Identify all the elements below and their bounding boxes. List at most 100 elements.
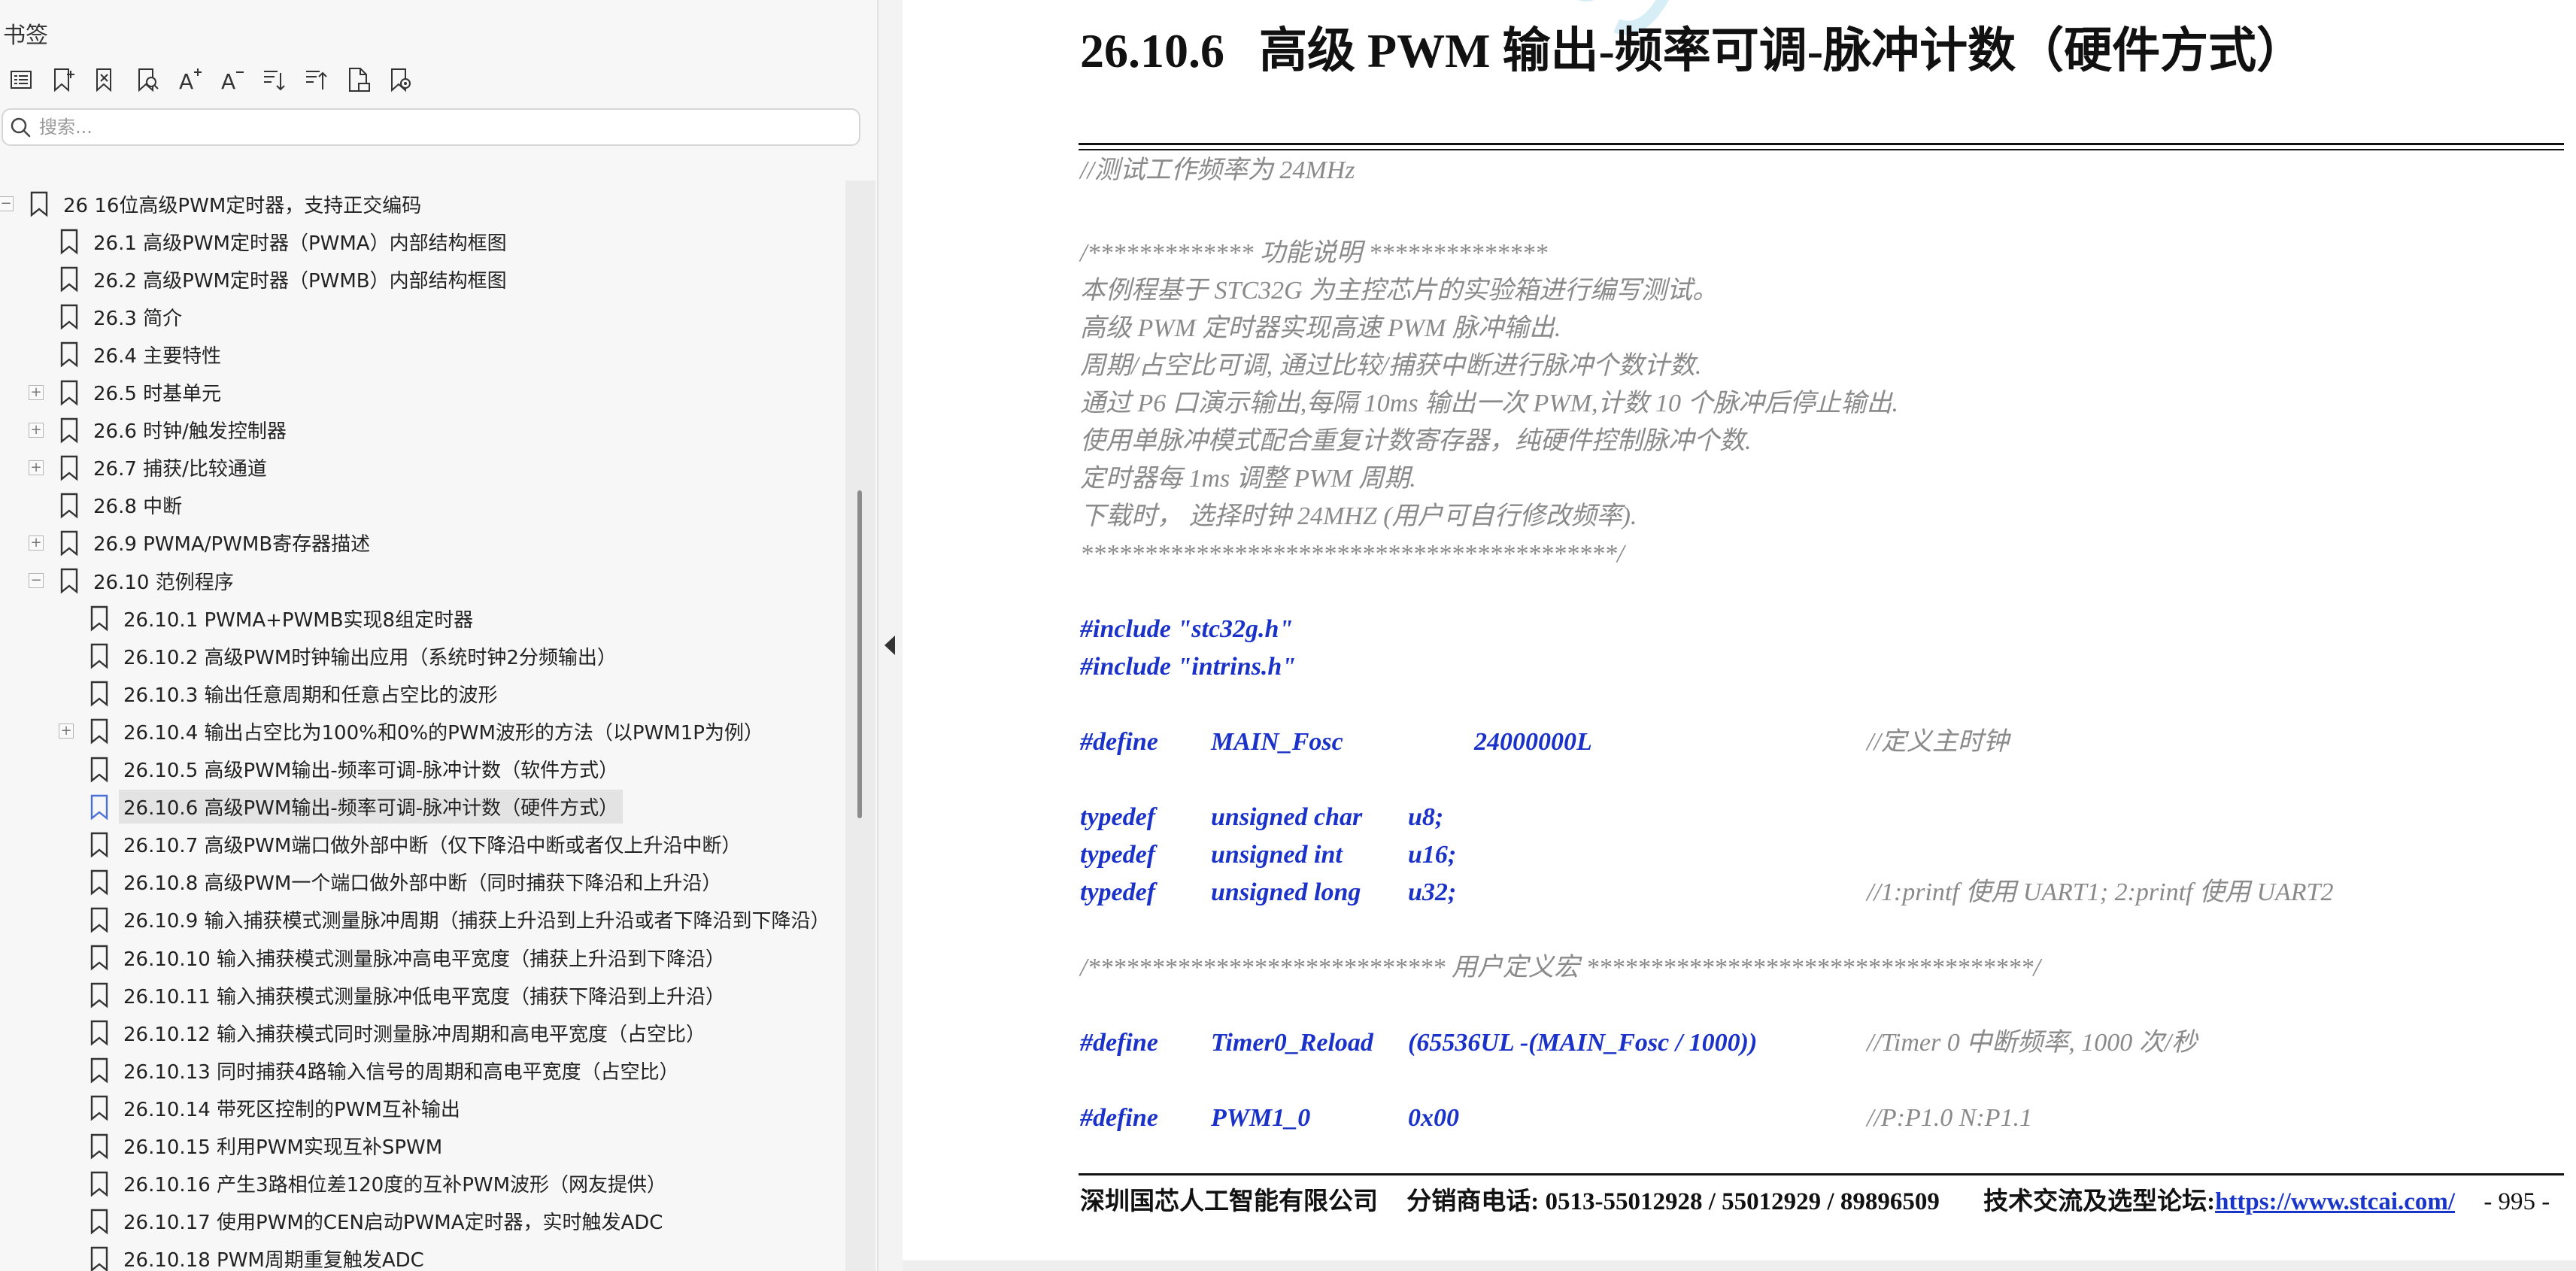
bookmark-item[interactable]: 26.10.14 带死区控制的PWM互补输出 bbox=[87, 1089, 465, 1127]
bookmark-search-button[interactable] bbox=[126, 60, 168, 99]
bookmark-label: 26.10.14 带死区控制的PWM互补输出 bbox=[123, 1098, 460, 1121]
expand-toggle-icon[interactable]: + bbox=[29, 535, 44, 551]
bookmark-item[interactable]: 26.9 PWMA/PWMB寄存器描述 bbox=[57, 524, 375, 562]
code-comment: /**************************** 用户定义宏 ****… bbox=[1080, 954, 2040, 981]
bookmark-label: 26.9 PWMA/PWMB寄存器描述 bbox=[93, 533, 371, 557]
bookmark-settings-icon bbox=[391, 68, 411, 93]
font-increase-button[interactable]: A bbox=[168, 60, 211, 99]
bookmark-page-button[interactable] bbox=[337, 60, 379, 99]
bookmark-label: 26.10.13 同时捕获4路输入信号的周期和高电平宽度（占空比） bbox=[123, 1060, 679, 1084]
page-footer: 深圳国芯人工智能有限公司 分销商电话: 0513-55012928 / 5501… bbox=[1080, 1181, 2550, 1217]
code-comment: 下载时， 选择时钟 24MHZ (用户可自行修改频率). bbox=[1080, 502, 1637, 530]
bookmark-item[interactable]: 26.10.5 高级PWM输出-频率可调-脉冲计数（软件方式） bbox=[87, 751, 623, 788]
bookmark-icon bbox=[90, 681, 108, 707]
bookmark-label: 26.3 简介 bbox=[93, 307, 183, 330]
bookmark-item[interactable]: 26.5 时基单元 bbox=[57, 374, 226, 411]
bookmark-icon bbox=[90, 1096, 108, 1121]
search-box[interactable] bbox=[2, 108, 860, 146]
bookmark-add-button[interactable] bbox=[42, 60, 84, 99]
bookmark-item[interactable]: 26.10 范例程序 bbox=[57, 562, 238, 599]
expand-toggle-icon[interactable]: + bbox=[59, 723, 74, 739]
bookmark-item[interactable]: 26.2 高级PWM定时器（PWMB）内部结构框图 bbox=[57, 260, 511, 298]
bookmark-item[interactable]: 26 16位高级PWM定时器，支持正交编码 bbox=[27, 185, 426, 223]
footer-rule bbox=[1079, 1173, 2564, 1175]
bookmark-item[interactable]: 26.1 高级PWM定时器（PWMA）内部结构框图 bbox=[57, 223, 511, 260]
bookmark-item[interactable]: 26.10.10 输入捕获模式测量脉冲高电平宽度（捕获上升沿到下降沿） bbox=[87, 939, 730, 976]
bookmark-item[interactable]: 26.10.17 使用PWM的CEN启动PWMA定时器，实时触发ADC bbox=[87, 1203, 667, 1240]
define-name: Timer0_Reload bbox=[1211, 1029, 1373, 1057]
expand-all-button[interactable] bbox=[253, 60, 295, 99]
bookmark-item[interactable]: 26.10.6 高级PWM输出-频率可调-脉冲计数（硬件方式） bbox=[87, 788, 624, 826]
heading-title: 高级 PWM 输出-频率可调-脉冲计数（硬件方式） bbox=[1259, 24, 2305, 77]
collapse-all-button[interactable] bbox=[295, 60, 337, 99]
bookmark-label: 26.10.11 输入捕获模式测量脉冲低电平宽度（捕获下降沿到上升沿） bbox=[123, 985, 726, 1009]
code-comment: 本例程基于 STC32G 为主控芯片的实验箱进行编写测试。 bbox=[1080, 277, 1719, 305]
bookmark-item[interactable]: 26.10.3 输出任意周期和任意占空比的波形 bbox=[87, 675, 502, 712]
expand-toggle-icon[interactable]: + bbox=[29, 460, 44, 475]
footer-company: 深圳国芯人工智能有限公司 bbox=[1080, 1188, 1378, 1215]
bookmark-icon bbox=[60, 455, 78, 481]
bookmark-label: 26.10.18 PWM周期重复触发ADC bbox=[123, 1249, 424, 1271]
bookmark-label: 26.10.9 输入捕获模式测量脉冲周期（捕获上升沿到上升沿或者下降沿到下降沿） bbox=[123, 910, 830, 933]
bookmark-label: 26.1 高级PWM定时器（PWMA）内部结构框图 bbox=[93, 232, 507, 255]
section-heading: 26.10.6 高级 PWM 输出-频率可调-脉冲计数（硬件方式） bbox=[1080, 12, 2304, 81]
typedef-name: u32; bbox=[1408, 878, 1457, 906]
bookmark-item[interactable]: 26.10.9 输入捕获模式测量脉冲周期（捕获上升沿到上升沿或者下降沿到下降沿） bbox=[87, 901, 835, 939]
collapse-panel-arrow-icon[interactable] bbox=[880, 630, 900, 660]
bookmark-icon bbox=[60, 266, 78, 293]
typedef-type: unsigned long bbox=[1211, 878, 1361, 906]
bookmark-add-icon bbox=[54, 68, 74, 93]
search-input[interactable] bbox=[38, 116, 838, 138]
collapse-toggle-icon[interactable]: − bbox=[29, 573, 44, 588]
bookmark-label: 26.4 主要特性 bbox=[93, 344, 222, 368]
font-increase-icon: A bbox=[179, 68, 202, 94]
bookmark-item[interactable]: 26.10.7 高级PWM端口做外部中断（仅下降沿中断或者仅上升沿中断） bbox=[87, 826, 745, 863]
bookmark-icon bbox=[90, 869, 108, 896]
bookmark-delete-button[interactable] bbox=[84, 60, 126, 99]
bookmark-settings-button[interactable] bbox=[379, 60, 421, 99]
bookmark-delete-icon bbox=[96, 68, 111, 93]
bookmark-item[interactable]: 26.10.2 高级PWM时钟输出应用（系统时钟2分频输出） bbox=[87, 637, 621, 675]
bookmark-item[interactable]: 26.4 主要特性 bbox=[57, 335, 226, 373]
define-keyword: #define bbox=[1080, 1029, 1158, 1057]
bookmark-label: 26.10.3 输出任意周期和任意占空比的波形 bbox=[123, 684, 498, 707]
page-number: - 995 - bbox=[2483, 1188, 2550, 1215]
expand-toggle-icon[interactable]: + bbox=[29, 422, 44, 438]
bookmark-item[interactable]: 26.10.12 输入捕获模式同时测量脉冲周期和高电平宽度（占空比） bbox=[87, 1014, 710, 1051]
bookmark-label: 26.10 范例程序 bbox=[93, 571, 234, 594]
bookmark-icon bbox=[90, 757, 108, 782]
list-button[interactable] bbox=[0, 60, 42, 99]
define-value: 0x00 bbox=[1408, 1104, 1459, 1132]
bookmark-icon bbox=[60, 493, 78, 519]
panel-title: 书签 bbox=[3, 23, 48, 49]
heading-rule bbox=[1079, 143, 2564, 145]
typedef-name: u8; bbox=[1408, 803, 1444, 831]
bookmark-item[interactable]: 26.7 捕获/比较通道 bbox=[57, 449, 272, 487]
bookmark-item[interactable]: 26.10.16 产生3路相位差120度的互补PWM波形（网友提供） bbox=[87, 1165, 671, 1203]
code-comment: 使用单脉冲模式配合重复计数寄存器，纯硬件控制脉冲个数. bbox=[1080, 427, 1752, 455]
bookmark-item[interactable]: 26.10.15 利用PWM实现互补SPWM bbox=[87, 1127, 447, 1165]
bookmark-icon bbox=[60, 417, 78, 444]
bookmarks-panel: 书签 AA −26 16位高级PWM定时器，支持正交编码26.1 高级PWM定时… bbox=[0, 0, 878, 1271]
bookmark-item[interactable]: 26.10.13 同时捕获4路输入信号的周期和高电平宽度（占空比） bbox=[87, 1051, 684, 1089]
collapse-toggle-icon[interactable]: − bbox=[0, 196, 14, 211]
bookmark-icon bbox=[60, 342, 78, 368]
bookmark-item[interactable]: 26.10.18 PWM周期重复触发ADC bbox=[87, 1240, 429, 1271]
scrollbar-thumb[interactable] bbox=[857, 490, 862, 818]
bookmark-item[interactable]: 26.3 简介 bbox=[57, 298, 187, 335]
font-decrease-button[interactable]: A bbox=[211, 60, 253, 99]
bookmark-item[interactable]: 26.10.1 PWMA+PWMB实现8组定时器 bbox=[87, 599, 478, 637]
bookmark-icon bbox=[90, 605, 108, 632]
footer-url-link[interactable]: https://www.stcai.com/ bbox=[2215, 1188, 2455, 1215]
define-value: 24000000L bbox=[1474, 728, 1592, 756]
typedef-keyword: typedef bbox=[1080, 803, 1156, 831]
bookmark-icon bbox=[60, 229, 78, 255]
bookmark-item[interactable]: 26.6 时钟/触发控制器 bbox=[57, 411, 291, 449]
bookmark-item[interactable]: 26.10.11 输入捕获模式测量脉冲低电平宽度（捕获下降沿到上升沿） bbox=[87, 976, 730, 1014]
bookmark-item[interactable]: 26.10.8 高级PWM一个端口做外部中断（同时捕获下降沿和上升沿） bbox=[87, 863, 726, 901]
bookmark-item[interactable]: 26.8 中断 bbox=[57, 487, 187, 524]
expand-toggle-icon[interactable]: + bbox=[29, 384, 44, 400]
bookmark-item[interactable]: 26.10.4 输出占空比为100%和0%的PWM波形的方法（以PWM1P为例） bbox=[87, 712, 768, 750]
bookmark-icon bbox=[90, 643, 108, 669]
bookmark-icon bbox=[90, 794, 108, 821]
